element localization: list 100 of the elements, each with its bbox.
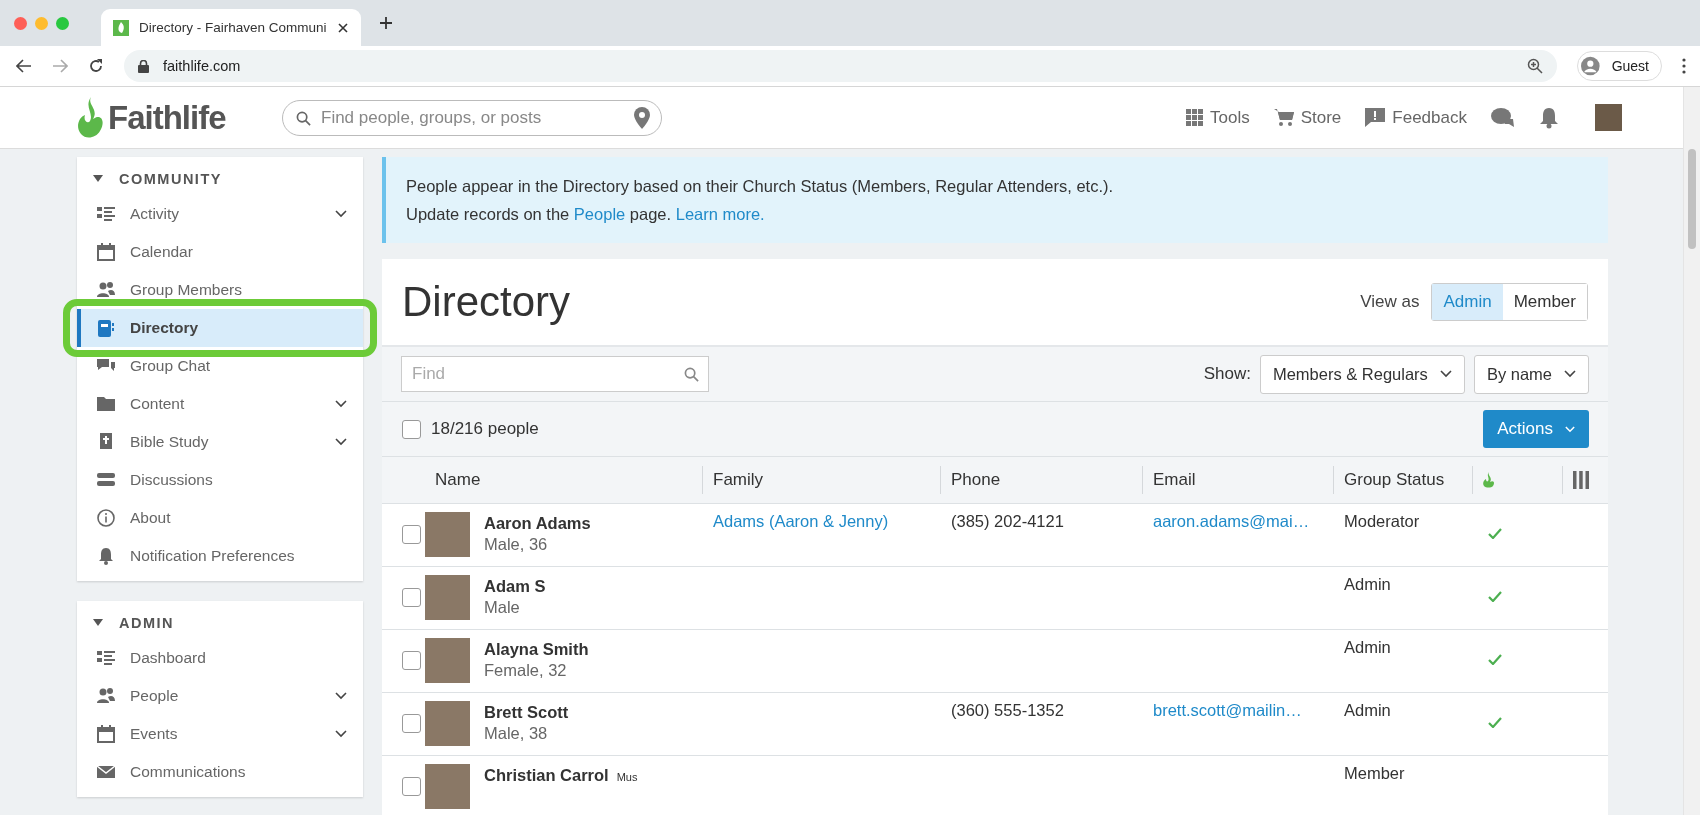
- grid-icon: [1186, 109, 1203, 126]
- calendar-icon: [96, 724, 116, 744]
- sidebar-item[interactable]: Content: [77, 385, 363, 423]
- sidebar-item[interactable]: Calendar: [77, 233, 363, 271]
- caret-icon[interactable]: [93, 175, 103, 183]
- new-tab-icon[interactable]: [379, 16, 393, 30]
- nav-link[interactable]: Tools: [1186, 107, 1250, 128]
- email-link[interactable]: aaron.adams@mai…: [1153, 512, 1310, 530]
- person-name[interactable]: Alayna Smith: [484, 640, 589, 659]
- sidebar-item[interactable]: Communications: [77, 753, 363, 791]
- photo-placeholder: [425, 512, 470, 557]
- sidebar-item[interactable]: Bible Study: [77, 423, 363, 461]
- photo-placeholder: [425, 638, 470, 683]
- person-name[interactable]: Adam S: [484, 577, 546, 596]
- phone-number: (385) 202-4121: [951, 512, 1064, 530]
- email-link[interactable]: brett.scott@mailin…: [1153, 701, 1302, 719]
- close-window-icon[interactable]: [14, 16, 27, 30]
- bell-icon[interactable]: [1539, 106, 1559, 129]
- sidebar-item[interactable]: People: [77, 677, 363, 715]
- group-status: Admin: [1344, 638, 1391, 656]
- row-checkbox[interactable]: [402, 651, 421, 670]
- person-name[interactable]: Christian Carrol: [484, 766, 609, 785]
- section-title: COMMUNITY: [119, 171, 222, 187]
- column-header[interactable]: Email: [1142, 466, 1333, 494]
- columns-icon[interactable]: [1573, 471, 1589, 489]
- sidebar-item[interactable]: Events: [77, 715, 363, 753]
- reload-icon[interactable]: [88, 58, 104, 74]
- folder-icon: [96, 394, 116, 414]
- people-icon: [96, 686, 116, 706]
- nav-link[interactable]: Store: [1273, 107, 1342, 128]
- sort-dropdown[interactable]: By name: [1473, 354, 1589, 394]
- person-details: Male, 36: [484, 535, 549, 554]
- chevron-down-icon: [1564, 370, 1576, 378]
- group-status: Admin: [1344, 701, 1391, 719]
- view-toggle[interactable]: Admin: [1432, 284, 1503, 320]
- zoom-in-icon[interactable]: [1527, 58, 1543, 74]
- photo-placeholder: [425, 575, 470, 620]
- column-header[interactable]: Name: [425, 466, 702, 494]
- avatar-icon: [1581, 54, 1600, 78]
- faithlife-logo-text[interactable]: Faithlife: [108, 98, 226, 137]
- column-header[interactable]: Phone: [940, 466, 1142, 494]
- sidebar-item[interactable]: Notification Preferences: [77, 537, 363, 575]
- feedback-icon: [1365, 108, 1386, 127]
- person-details: Male: [484, 598, 521, 617]
- browser-tab[interactable]: Directory - Fairhaven Communi: [101, 9, 361, 46]
- filter-dropdown[interactable]: Members & Regulars: [1259, 354, 1465, 394]
- search-icon: [684, 367, 699, 382]
- phone-number: (360) 555-1352: [951, 701, 1064, 719]
- find-field[interactable]: Find: [401, 356, 709, 392]
- select-all-checkbox[interactable]: [402, 419, 421, 439]
- info-icon: [96, 508, 116, 528]
- sidebar-item[interactable]: Dashboard: [77, 639, 363, 677]
- lock-icon: [138, 59, 149, 73]
- sidebar-item[interactable]: Activity: [77, 195, 363, 233]
- back-arrow-icon[interactable]: [16, 59, 32, 73]
- learn-more-link[interactable]: Learn more.: [675, 205, 765, 223]
- nav-link[interactable]: Feedback: [1365, 107, 1467, 128]
- group-status: Member: [1344, 764, 1405, 782]
- person-details: Male, 38: [484, 724, 549, 743]
- close-tab-icon[interactable]: [337, 21, 349, 34]
- flame-favicon-icon: [113, 19, 129, 36]
- banner-text: Update records on the People page. Learn more.: [406, 204, 766, 225]
- view-as-label: View as: [1360, 292, 1420, 312]
- page-title: Directory: [402, 278, 571, 326]
- sidebar-item[interactable]: About: [77, 499, 363, 537]
- family-link[interactable]: Adams (Aaron & Jenny): [713, 512, 889, 530]
- person-name[interactable]: Aaron Adams: [484, 514, 591, 533]
- group-status: Moderator: [1344, 512, 1420, 530]
- chevron-down-icon: [1439, 370, 1452, 378]
- sidebar-item[interactable]: Group Chat: [77, 347, 363, 385]
- chat-bubbles-icon[interactable]: [1491, 106, 1515, 129]
- calendar-icon: [96, 242, 116, 262]
- caret-icon[interactable]: [93, 619, 103, 627]
- show-label: Show:: [1203, 364, 1251, 384]
- person-name[interactable]: Brett Scott: [484, 703, 569, 722]
- people-link[interactable]: People: [573, 205, 626, 223]
- actions-button[interactable]: Actions: [1483, 410, 1589, 448]
- sidebar-item[interactable]: Directory: [77, 309, 363, 347]
- photo-placeholder: [425, 701, 470, 746]
- people-icon: [96, 280, 116, 300]
- people-count: 18/216 people: [431, 419, 540, 439]
- address-bar[interactable]: faithlife.com: [124, 50, 1557, 82]
- person-tag: Mus: [616, 771, 638, 783]
- tab-title: Directory - Fairhaven Communi: [139, 20, 327, 35]
- row-checkbox[interactable]: [402, 525, 421, 544]
- list-icon: [96, 648, 116, 668]
- location-pin-icon[interactable]: [634, 106, 650, 129]
- column-header[interactable]: Group Status: [1333, 466, 1472, 494]
- column-header[interactable]: Family: [702, 466, 940, 494]
- sidebar-item[interactable]: Discussions: [77, 461, 363, 499]
- row-checkbox[interactable]: [402, 714, 421, 733]
- search-field[interactable]: Find people, groups, or posts: [282, 99, 662, 136]
- forward-arrow-icon[interactable]: [52, 59, 68, 73]
- row-checkbox[interactable]: [402, 777, 421, 796]
- sidebar-item[interactable]: Group Members: [77, 271, 363, 309]
- banner-text: People appear in the Directory based on their Church Status (Members, Regular Attenders, etc.).: [406, 176, 1115, 197]
- url-text: faithlife.com: [163, 58, 242, 74]
- row-checkbox[interactable]: [402, 588, 421, 607]
- more-menu-icon[interactable]: [1682, 58, 1686, 74]
- list-icon: [96, 204, 116, 224]
